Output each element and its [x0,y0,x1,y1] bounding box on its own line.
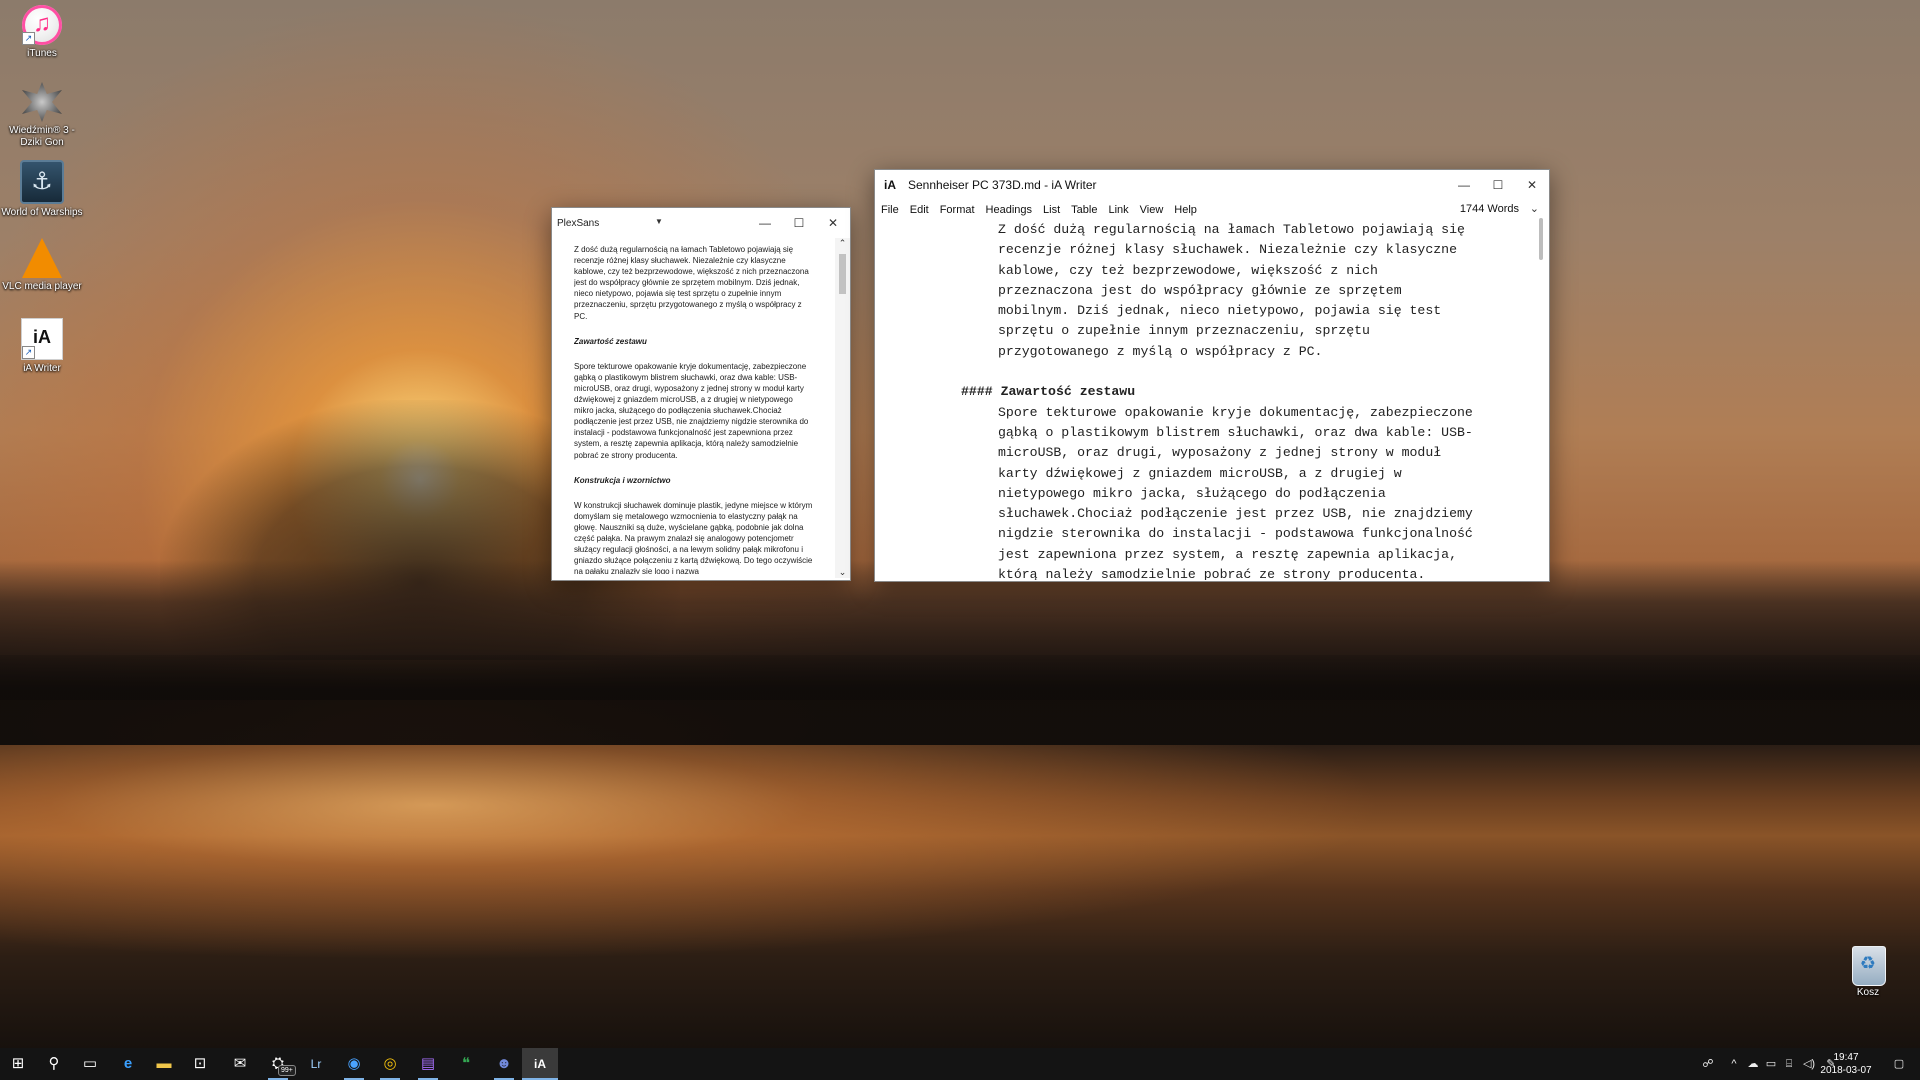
steam-icon[interactable]: ⛭ 99+ [260,1048,296,1080]
font-dropdown-chevron-icon[interactable]: ▼ [655,217,663,226]
scroll-down-icon[interactable]: ⌄ [835,567,850,578]
editor-heading: #### Zawartość zestawu [961,382,1535,402]
preview-window-titlebar[interactable]: PlexSans ▼ — ☐ ✕ [552,208,850,238]
preview-content[interactable]: Z dość dużą regularnością na łamach Tabl… [574,244,814,574]
ia-writer-app-icon: iA [884,178,896,192]
word-count[interactable]: 1744 Words [1460,203,1519,215]
clock-date: 2018-03-07 [1820,1065,1872,1076]
preview-window: PlexSans ▼ — ☐ ✕ Z dość dużą regularnośc… [551,207,851,581]
desktop-icon-world-of-warships[interactable]: World of Warships [0,160,84,219]
people-icon[interactable]: ☍ [1698,1048,1718,1080]
preview-scrollbar[interactable]: ⌃ ⌄ [835,238,850,578]
hangouts-icon[interactable]: ❝ [448,1048,484,1080]
recycle-bin-icon [1852,946,1886,986]
clock-time: 19:47 [1833,1052,1859,1063]
desktop-icon-ia-writer[interactable]: ↗ iA Writer [0,318,84,375]
notification-center-icon[interactable]: ▢ [1884,1048,1914,1080]
writer-scrollbar[interactable] [1539,218,1543,260]
desktop-icon-itunes[interactable]: ↗ iTunes [0,5,84,60]
menu-table[interactable]: Table [1071,204,1097,216]
menu-file[interactable]: File [881,204,899,216]
scrollbar-thumb[interactable] [839,254,846,294]
desktop-icon-label: iA Writer [23,363,61,374]
discord-icon[interactable]: ☻ [486,1048,522,1080]
editor-paragraph: Z dość dużą regularnością na łamach Tabl… [998,222,1465,359]
desktop-icon-label: iTunes [27,48,57,59]
editor-paragraph: Spore tekturowe opakowanie kryje dokumen… [998,404,1473,580]
heading-text: Zawartość zestawu [1000,384,1136,400]
menu-link[interactable]: Link [1108,204,1128,216]
writer-titlebar[interactable]: iA Sennheiser PC 373D.md - iA Writer — ☐… [875,170,1549,200]
preview-heading: Zawartość zestawu [574,336,647,346]
minimize-button[interactable]: — [748,208,782,238]
menu-format[interactable]: Format [940,204,975,216]
close-button[interactable]: ✕ [1515,170,1549,200]
desktop-icon-label: Wiedźmin® 3 - Dziki Gon [9,125,75,148]
start-button[interactable]: ⊞ [0,1048,36,1080]
maximize-button[interactable]: ☐ [1481,170,1515,200]
menu-headings[interactable]: Headings [986,204,1032,216]
menu-list[interactable]: List [1043,204,1060,216]
ia-writer-taskbar-icon[interactable]: iA [522,1048,558,1080]
close-button[interactable]: ✕ [816,208,850,238]
itunes-icon: ↗ [22,5,62,45]
desktop-icon-recycle-bin[interactable]: Kosz [1826,946,1910,999]
lightroom-icon[interactable]: Lr [298,1048,334,1080]
display-icon[interactable]: ▭ [1762,1048,1780,1080]
maximize-button[interactable]: ☐ [782,208,816,238]
menu-help[interactable]: Help [1174,204,1197,216]
writer-menubar: File Edit Format Headings List Table Lin… [875,200,1549,220]
show-hidden-icons-icon[interactable]: ^ [1726,1048,1742,1080]
wallpaper-water [0,745,1920,1048]
menu-view[interactable]: View [1140,204,1164,216]
preview-window-title: PlexSans [557,217,600,229]
mail-icon[interactable]: ✉ [222,1048,258,1080]
scroll-up-icon[interactable]: ⌃ [835,238,850,249]
ia-writer-icon: ↗ [21,318,63,360]
taskbar: ⊞ ⚲ ▭ e ▬ ⊡ ✉ ⛭ 99+ Lr ◉ ◎ ▤ ❝ ☻ iA ☍ ^ … [0,1048,1920,1080]
minimize-button[interactable]: — [1447,170,1481,200]
onedrive-icon[interactable]: ☁ [1744,1048,1762,1080]
menu-edit[interactable]: Edit [910,204,929,216]
desktop-icon-label: Kosz [1856,987,1880,998]
writer-editor[interactable]: Z dość dużą regularnością na łamach Tabl… [875,220,1535,580]
task-view-icon[interactable]: ▭ [72,1048,108,1080]
desktop-icon-label: World of Warships [1,207,83,218]
word-count-chevron-icon[interactable]: ⌄ [1530,202,1539,215]
network-icon[interactable]: ⌸ [1780,1048,1798,1080]
taskbar-clock[interactable]: 19:47 2018-03-07 [1816,1051,1876,1077]
desktop-icon-witcher[interactable]: Wiedźmin® 3 - Dziki Gon [0,82,84,149]
twitch-icon[interactable]: ▤ [410,1048,446,1080]
preview-paragraph: Z dość dużą regularnością na łamach Tabl… [574,245,809,321]
store-icon[interactable]: ⊡ [182,1048,218,1080]
search-icon[interactable]: ⚲ [36,1048,72,1080]
ia-writer-window: iA Sennheiser PC 373D.md - iA Writer — ☐… [874,169,1550,582]
writer-window-title: Sennheiser PC 373D.md - iA Writer [908,178,1097,192]
preview-heading: Konstrukcja i wzornictwo [574,475,671,485]
desktop-icon-label: VLC media player [2,281,82,292]
wallpaper-reeds [0,655,1920,745]
desktop-icon-vlc[interactable]: VLC media player [0,238,84,293]
heading-marker: #### [961,384,993,400]
chrome-icon[interactable]: ◎ [372,1048,408,1080]
edge-icon[interactable]: e [110,1048,146,1080]
messenger-icon[interactable]: ◉ [336,1048,372,1080]
witcher-icon [22,82,62,122]
warships-icon [20,160,64,204]
preview-paragraph: W konstrukcji słuchawek dominuje plastik… [574,500,813,574]
vlc-icon [22,238,62,278]
steam-badge: 99+ [278,1065,296,1076]
preview-paragraph: Spore tekturowe opakowanie kryje dokumen… [574,361,809,460]
file-explorer-icon[interactable]: ▬ [146,1048,182,1080]
